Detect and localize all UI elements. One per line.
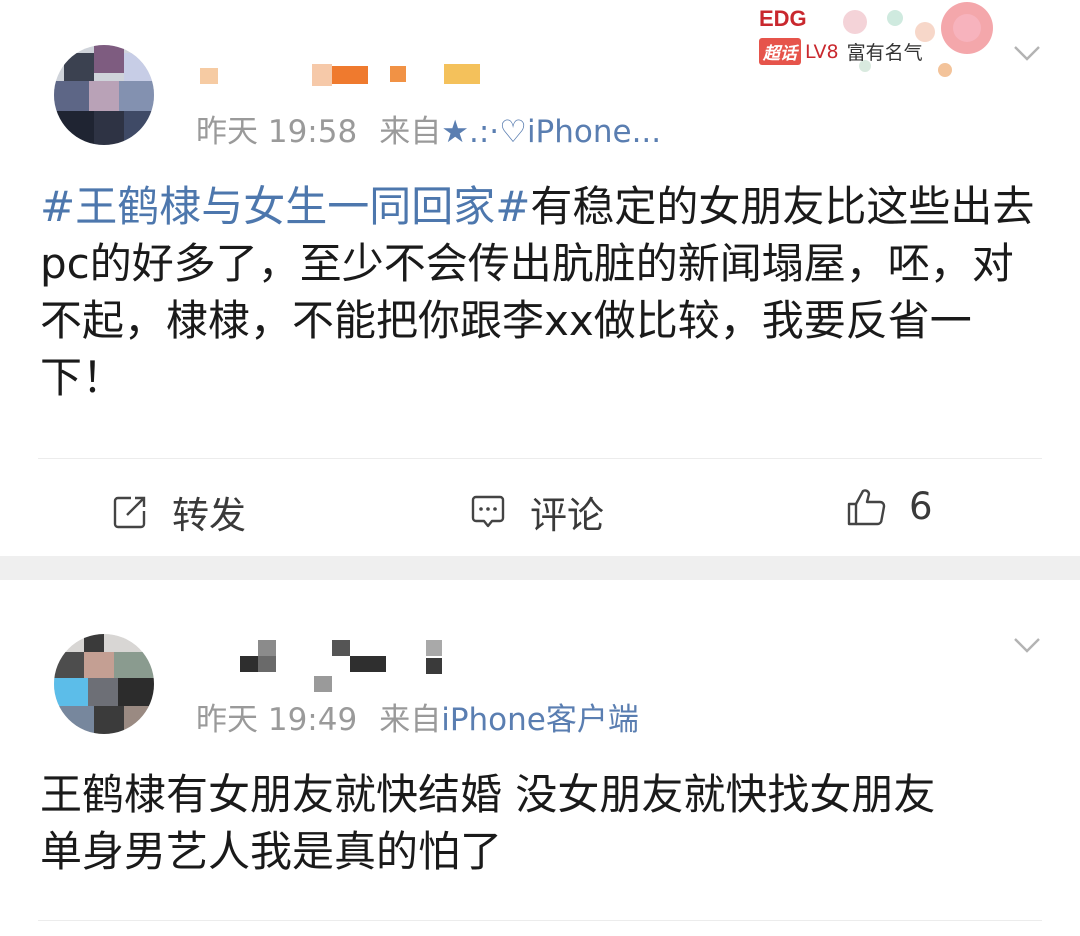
super-topic-tag: 超话 bbox=[759, 38, 801, 65]
post-text-line: 单身男艺人我是真的怕了 bbox=[40, 827, 503, 876]
like-count: 6 bbox=[909, 485, 933, 528]
feed-separator bbox=[0, 556, 1080, 580]
post-content: #王鹤棣与女生一同回家#有稳定的女朋友比这些出去pc的好多了，至少不会传出肮脏的… bbox=[40, 178, 1040, 406]
repost-button[interactable]: 转发 bbox=[110, 485, 246, 539]
repost-label: 转发 bbox=[172, 494, 246, 537]
avatar[interactable] bbox=[54, 634, 154, 734]
post-source[interactable]: iPhone客户端 bbox=[441, 702, 639, 738]
comment-icon bbox=[471, 495, 505, 528]
topic-tag[interactable]: #王鹤棣与女生一同回家# bbox=[40, 182, 530, 231]
chevron-down-icon[interactable] bbox=[1012, 630, 1042, 660]
thumbs-up-icon bbox=[847, 488, 886, 525]
like-button[interactable]: 6 bbox=[845, 485, 933, 528]
post-time: 昨天 19:58 bbox=[196, 114, 358, 150]
post-content: 王鹤棣有女朋友就快结婚 没女朋友就快找女朋友 单身男艺人我是真的怕了 bbox=[40, 766, 1040, 880]
action-bar: 转发 评论 6 bbox=[0, 459, 1080, 556]
fan-badge[interactable]: EDG 超话 LV8 富有名气 bbox=[745, 0, 1005, 90]
source-prefix: 来自 bbox=[379, 702, 442, 738]
badge-team: EDG bbox=[759, 6, 807, 31]
repost-icon bbox=[113, 496, 146, 529]
username-blurred[interactable] bbox=[200, 64, 480, 86]
divider bbox=[38, 920, 1042, 921]
comment-label: 评论 bbox=[530, 494, 604, 537]
post-text-line: 王鹤棣有女朋友就快结婚 没女朋友就快找女朋友 bbox=[40, 770, 936, 819]
badge-level: LV8 bbox=[805, 40, 839, 63]
avatar[interactable] bbox=[54, 45, 154, 145]
source-prefix: 来自 bbox=[379, 114, 442, 150]
chevron-down-icon[interactable] bbox=[1012, 38, 1042, 68]
post-card: 昨天 19:49 来自iPhone客户端 王鹤棣有女朋友就快结婚 没女朋友就快找女… bbox=[0, 580, 1080, 936]
username-blurred[interactable] bbox=[240, 636, 450, 692]
badge-title: 富有名气 bbox=[846, 42, 923, 64]
post-meta: 昨天 19:49 来自iPhone客户端 bbox=[196, 694, 639, 739]
post-time: 昨天 19:49 bbox=[196, 702, 358, 738]
post-meta: 昨天 19:58 来自★.:·♡iPhone... bbox=[196, 106, 661, 151]
post-card: 昨天 19:58 来自★.:·♡iPhone... EDG 超话 LV8 富有名气… bbox=[0, 0, 1080, 556]
post-source[interactable]: ★.:·♡iPhone... bbox=[441, 114, 661, 150]
comment-button[interactable]: 评论 bbox=[468, 485, 604, 539]
